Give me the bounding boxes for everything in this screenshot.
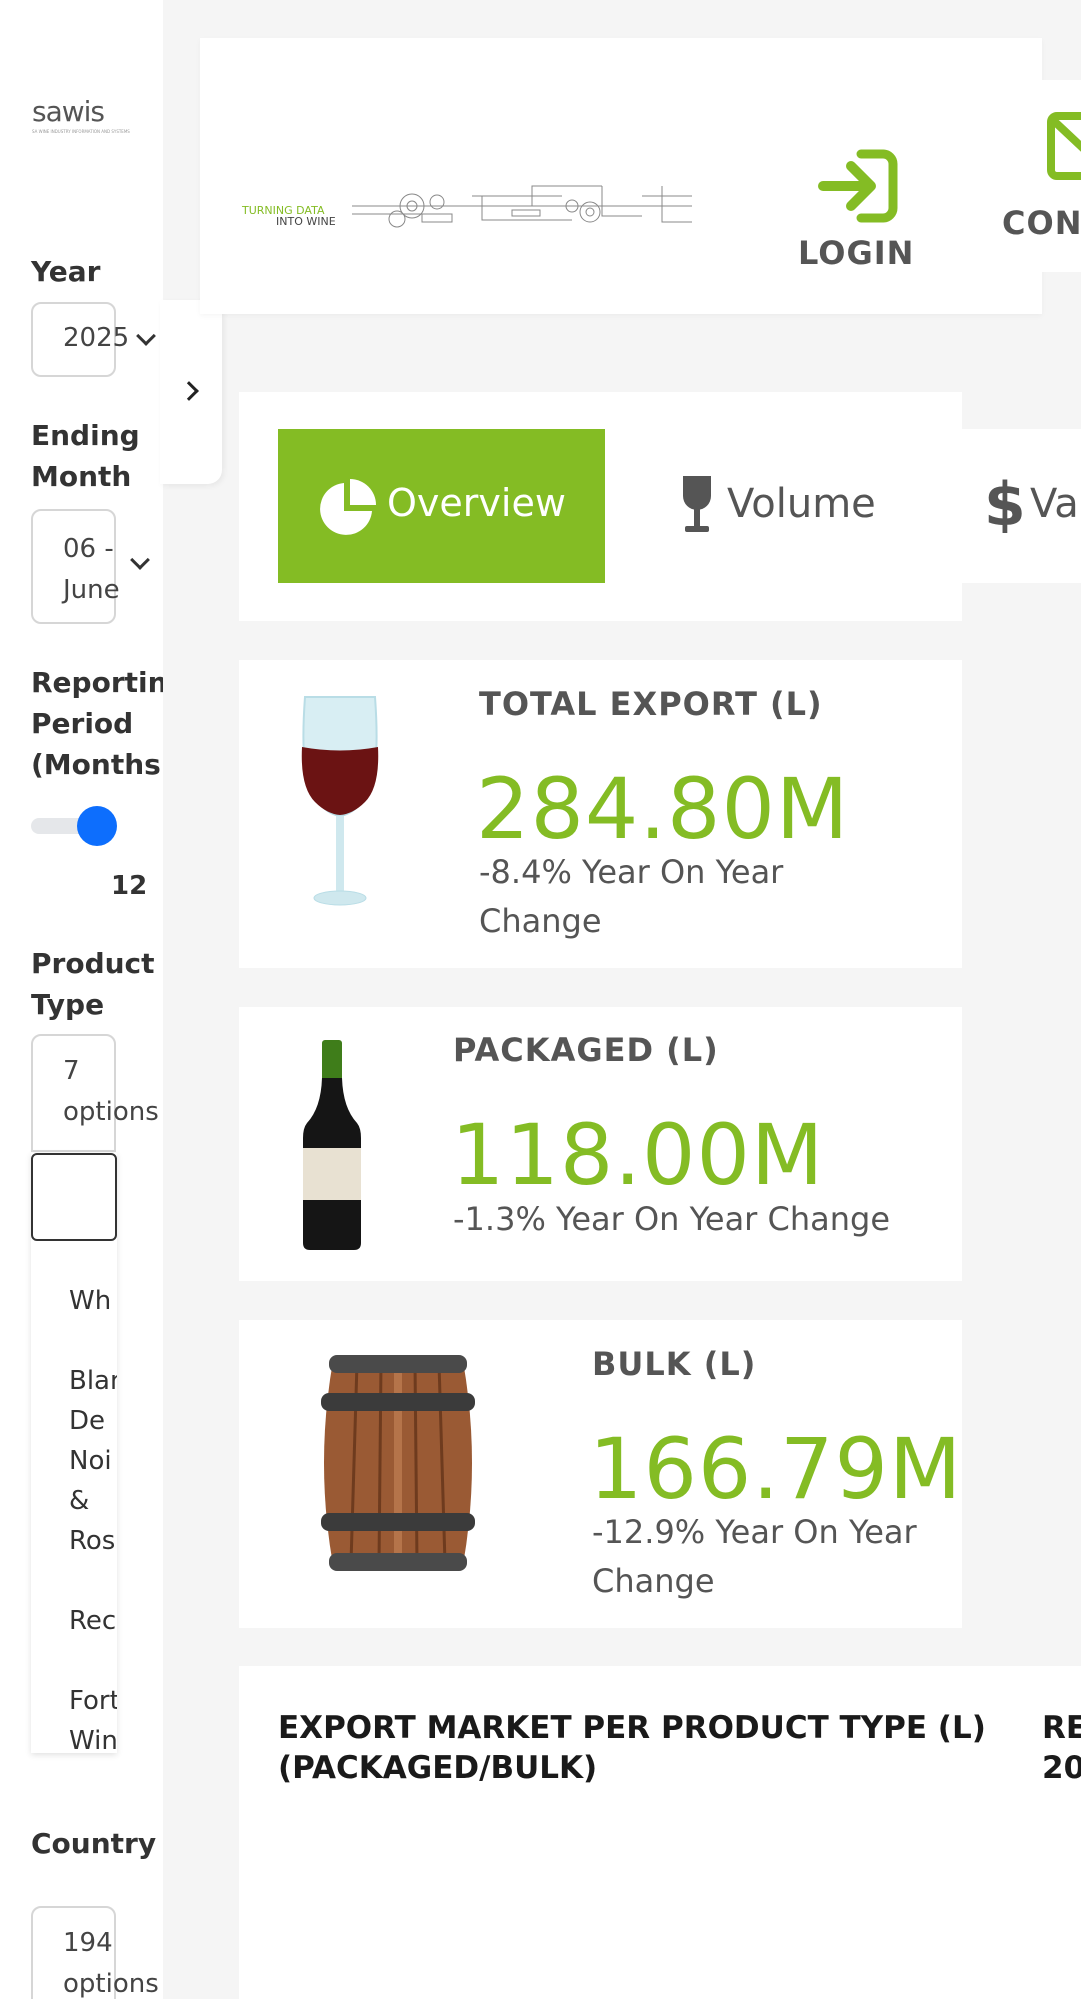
logo-tagline: SA WINE INDUSTRY INFORMATION AND SYSTEMS [32, 129, 130, 134]
product-type-value-line2: options [63, 1097, 159, 1127]
export-market-chart-card: EXPORT MARKET PER PRODUCT TYPE (L) (PACK… [239, 1666, 1081, 1999]
chevron-down-icon [130, 550, 150, 570]
chevron-down-icon [136, 326, 156, 346]
kpi-total-change-line1: -8.4% Year On Year [479, 853, 784, 891]
page: sawis SA WINE INDUSTRY INFORMATION AND S… [0, 0, 1081, 1999]
product-type-dropdown: Wh Blan De Noi & Ros Rec Fort Win [31, 1153, 117, 1753]
reporting-period-label: Reportin Period (Months) [31, 662, 163, 785]
contact-button[interactable]: CON [998, 80, 1081, 272]
login-label: LOGIN [798, 234, 915, 272]
reporting-period-label-line2: Period [31, 707, 134, 740]
tab-overview-label: Overview [387, 481, 566, 525]
chart-title-secondary-line2: 20 [1042, 1750, 1081, 1786]
sidebar: sawis SA WINE INDUSTRY INFORMATION AND S… [0, 0, 163, 1999]
option-line: Wh [69, 1286, 112, 1316]
wine-glass-icon [301, 696, 379, 906]
ending-month-label-line2: Month [31, 460, 132, 493]
svg-text:$: $ [984, 473, 1022, 533]
ending-month-value-line2: June [63, 575, 120, 605]
product-type-option-white[interactable]: Wh [69, 1281, 111, 1321]
year-label: Year [31, 255, 101, 288]
kpi-total-value: 284.80M [476, 760, 850, 858]
pie-chart-icon [320, 479, 376, 535]
banner-tagline-line2: INTO WINE [276, 215, 336, 228]
kpi-bulk-value: 166.79M [589, 1420, 963, 1518]
kpi-bulk-change-line1: -12.9% Year On Year [592, 1513, 917, 1551]
country-select[interactable]: 194 options [31, 1906, 159, 1999]
option-line: De [69, 1406, 106, 1436]
year-select-value: 2025 [63, 323, 130, 353]
kpi-total-export: TOTAL EXPORT (L) 284.80M -8.4% Year On Y… [239, 660, 962, 968]
chart-title-line2: (PACKAGED/BULK) [278, 1750, 598, 1786]
product-type-select[interactable]: 7 options [31, 1034, 159, 1152]
contact-icon [1047, 112, 1081, 180]
country-value-line2: options [63, 1969, 159, 1999]
kpi-total-change-line2: Change [479, 902, 602, 940]
kpi-total-change: -8.4% Year On Year Change [479, 848, 783, 946]
option-line: Rec [69, 1606, 117, 1636]
year-select[interactable]: 2025 [31, 302, 156, 377]
login-button[interactable]: LOGIN [798, 146, 914, 272]
ending-month-select-value: 06 - June [63, 529, 120, 611]
tab-overview[interactable]: Overview [278, 429, 605, 583]
wine-glass-icon [683, 476, 711, 532]
option-line: Fort [69, 1686, 117, 1716]
ending-month-label: Ending Month [31, 415, 140, 497]
view-tabs: Overview Volume [239, 392, 962, 621]
option-line: Noi [69, 1446, 112, 1476]
product-type-option-red[interactable]: Rec [69, 1601, 116, 1641]
reporting-period-label-line1: Reportin [31, 666, 163, 699]
option-line: & [69, 1486, 90, 1516]
chart-title-secondary-line1: RE [1042, 1710, 1081, 1746]
contact-label: CON [1002, 204, 1081, 242]
product-type-label-line2: Type [31, 988, 105, 1021]
country-label: Country [31, 1827, 157, 1860]
dollar-icon: $ [984, 473, 1022, 533]
kpi-total-title: TOTAL EXPORT (L) [479, 685, 823, 723]
option-line: Win [69, 1726, 117, 1753]
kpi-bulk-change: -12.9% Year On Year Change [592, 1508, 917, 1606]
chart-title-secondary: RE 20 [1042, 1708, 1081, 1788]
option-line: Blan [69, 1366, 117, 1396]
chevron-right-icon [179, 381, 199, 401]
kpi-packaged: PACKAGED (L) 118.00M -1.3% Year On Year … [239, 1007, 962, 1281]
reporting-period-label-line3: (Months) [31, 748, 163, 781]
sidebar-toggle-button[interactable] [160, 300, 222, 484]
product-type-option-fortified-wine[interactable]: Fort Win [69, 1681, 117, 1753]
tab-volume-label: Volume [727, 481, 876, 527]
kpi-bulk-title: BULK (L) [592, 1345, 757, 1383]
ending-month-select[interactable]: 06 - June [31, 509, 150, 624]
banner-illustration: TURNING DATA INTO WINE [242, 156, 697, 236]
chart-title-line1: EXPORT MARKET PER PRODUCT TYPE (L) [278, 1710, 986, 1746]
tab-value[interactable]: $ Val [962, 429, 1081, 583]
logo-wordmark: sawis [32, 95, 116, 128]
logo-text: sawis [32, 95, 105, 128]
login-icon [818, 149, 898, 223]
option-line: Ros [69, 1526, 116, 1556]
product-type-value-line1: 7 [63, 1056, 80, 1086]
product-type-search-input[interactable] [31, 1153, 117, 1241]
wine-bottle-icon [303, 1040, 361, 1250]
header-banner: TURNING DATA INTO WINE LOGIN [200, 38, 1042, 314]
kpi-packaged-change: -1.3% Year On Year Change [453, 1200, 891, 1238]
kpi-bulk-change-line2: Change [592, 1562, 715, 1600]
ending-month-label-line1: Ending [31, 419, 140, 452]
product-type-select-value: 7 options [63, 1051, 159, 1133]
product-type-label-line1: Product [31, 947, 155, 980]
country-value-line1: 194 [63, 1928, 113, 1958]
ending-month-value-line1: 06 - [63, 534, 114, 564]
reporting-period-slider-thumb[interactable] [77, 806, 117, 846]
product-type-label: Product Type [31, 943, 155, 1025]
kpi-packaged-value: 118.00M [451, 1106, 825, 1204]
kpi-bulk: BULK (L) 166.79M -12.9% Year On Year Cha… [239, 1320, 962, 1628]
product-type-option-blanc-de-noir-rose[interactable]: Blan De Noi & Ros [69, 1361, 117, 1561]
wine-barrel-icon [321, 1355, 475, 1571]
country-select-value: 194 options [63, 1923, 159, 1999]
sawis-logo[interactable]: sawis SA WINE INDUSTRY INFORMATION AND S… [32, 95, 130, 135]
tab-volume[interactable]: Volume [679, 429, 919, 583]
kpi-packaged-title: PACKAGED (L) [453, 1031, 719, 1069]
chart-title: EXPORT MARKET PER PRODUCT TYPE (L) (PACK… [278, 1708, 986, 1788]
tab-value-label: Val [1030, 481, 1081, 527]
reporting-period-value: 12 [111, 871, 148, 901]
